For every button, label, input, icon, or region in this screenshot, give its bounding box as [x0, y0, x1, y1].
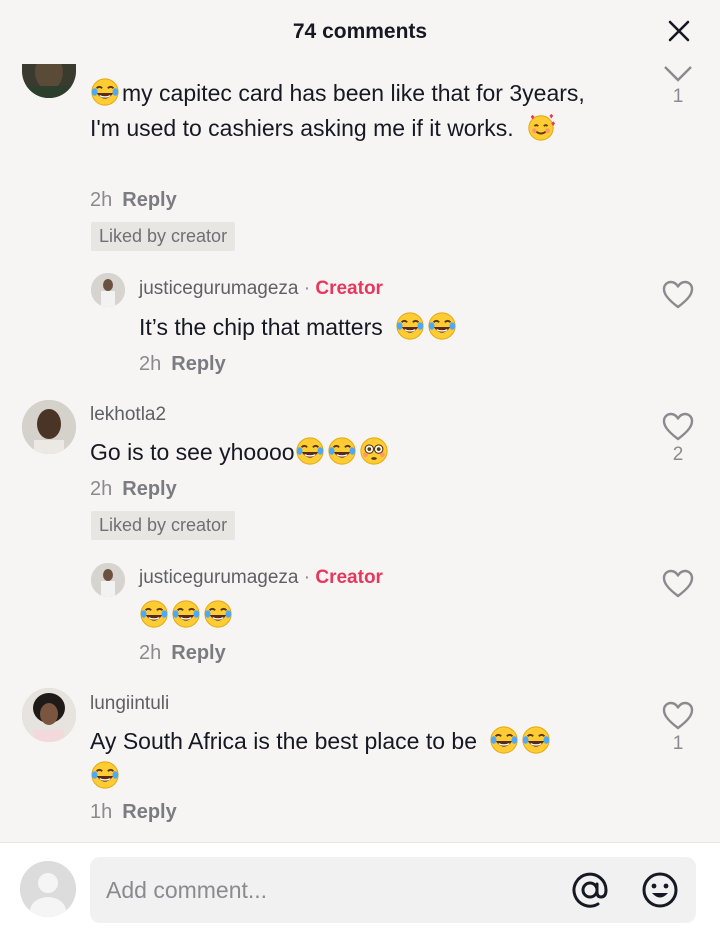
face-with-tears-of-joy-icon: [295, 436, 325, 466]
comment-text: [139, 598, 619, 633]
at-sign-icon: [572, 872, 608, 908]
username[interactable]: justicegurumageza · Creator: [139, 567, 383, 589]
emoji-button[interactable]: [640, 870, 680, 910]
like-count: 1: [672, 733, 684, 754]
heart-icon: [662, 412, 694, 442]
like-count: 2: [672, 444, 684, 465]
username[interactable]: lekhotla2: [90, 404, 166, 426]
comment-meta: 1h Reply: [90, 801, 177, 824]
current-user-avatar: [20, 861, 76, 917]
heart-icon: [662, 701, 694, 731]
face-with-tears-of-joy-icon: [521, 725, 551, 755]
comment-composer: [0, 842, 720, 932]
comment-text: Go is to see yhoooo: [90, 435, 630, 470]
comment-text: my capitec card has been like that for 3…: [90, 76, 610, 146]
like-button[interactable]: [662, 280, 694, 310]
comment-input-box: [90, 857, 696, 923]
smiling-face-with-hearts-icon: [526, 112, 556, 142]
comment-text: Ay South Africa is the best place to be: [90, 724, 620, 794]
face-with-tears-of-joy-icon: [395, 311, 425, 341]
comment-list[interactable]: my capitec card has been like that for 3…: [0, 0, 720, 842]
comments-header: 74 comments: [0, 0, 720, 64]
face-with-tears-of-joy-icon: [171, 599, 201, 629]
comment-time: 2h: [139, 642, 162, 664]
comment-meta: 2h Reply: [90, 189, 177, 212]
creator-tag: Creator: [315, 278, 383, 299]
comment-time: 2h: [90, 478, 113, 500]
face-with-tears-of-joy-icon: [327, 436, 357, 466]
chevron-down-icon: [664, 66, 692, 82]
liked-by-creator-badge: Liked by creator: [91, 222, 236, 251]
reply-button[interactable]: Reply: [122, 801, 176, 823]
like-button[interactable]: [662, 569, 694, 599]
like-count: 1: [672, 86, 684, 107]
heart-icon: [662, 280, 694, 310]
add-comment-input[interactable]: [106, 857, 546, 923]
like-button[interactable]: 1: [662, 64, 694, 108]
avatar[interactable]: [91, 563, 125, 597]
mention-button[interactable]: [570, 870, 610, 910]
close-icon: [668, 20, 690, 42]
comment-time: 2h: [90, 189, 113, 211]
flushed-face-icon: [359, 436, 389, 466]
face-with-tears-of-joy-icon: [427, 311, 457, 341]
face-with-tears-of-joy-icon: [139, 599, 169, 629]
username[interactable]: lungiintuli: [90, 693, 169, 715]
smiley-icon: [642, 872, 678, 908]
reply-button[interactable]: Reply: [171, 353, 225, 375]
like-button[interactable]: 1: [662, 701, 694, 755]
face-with-tears-of-joy-icon: [203, 599, 233, 629]
comment-count-title: 74 comments: [292, 20, 428, 43]
reply-button[interactable]: Reply: [122, 478, 176, 500]
comment-time: 2h: [139, 353, 162, 375]
close-button[interactable]: [666, 18, 692, 44]
comment-time: 1h: [90, 801, 113, 823]
reply-button[interactable]: Reply: [171, 642, 225, 664]
username[interactable]: justicegurumageza · Creator: [139, 278, 383, 300]
avatar[interactable]: [91, 273, 125, 307]
reply-button[interactable]: Reply: [122, 189, 176, 211]
creator-tag: Creator: [315, 567, 383, 588]
comment-meta: 2h Reply: [139, 353, 226, 376]
face-with-tears-of-joy-icon: [90, 760, 120, 790]
avatar[interactable]: [22, 688, 76, 742]
face-with-tears-of-joy-icon: [489, 725, 519, 755]
heart-icon: [662, 569, 694, 599]
comment-meta: 2h Reply: [90, 478, 177, 501]
liked-by-creator-badge: Liked by creator: [91, 511, 236, 540]
avatar[interactable]: [22, 400, 76, 454]
face-with-tears-of-joy-icon: [90, 77, 120, 107]
comment-text: It’s the chip that matters: [139, 310, 619, 345]
comment-meta: 2h Reply: [139, 642, 226, 665]
like-button[interactable]: 2: [662, 412, 694, 466]
